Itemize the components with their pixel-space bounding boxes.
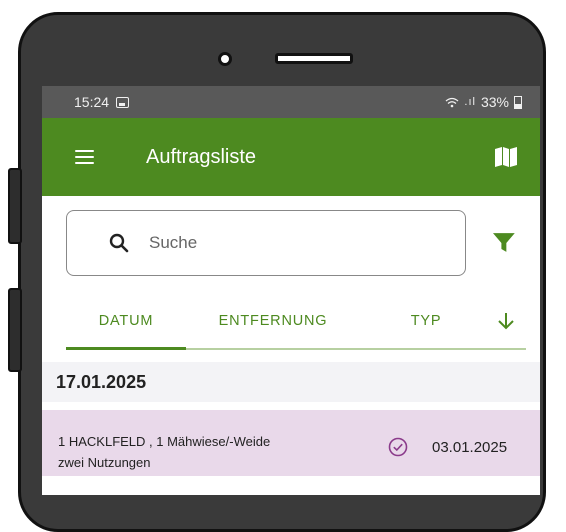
volume-button [8,168,22,244]
list-item-date: 03.01.2025 [432,439,508,456]
list-item-subtitle: zwei Nutzungen [58,455,151,470]
tab-datum[interactable]: DATUM [66,294,186,350]
app-bar: Auftragsliste [42,118,540,196]
battery-percent: 33% [480,94,509,110]
app-screen: 15:24 .ıl 33% Auftragsliste Suche DATUM … [42,86,540,495]
front-camera [218,52,232,66]
status-time: 15:24 [74,94,110,110]
search-field[interactable] [66,210,467,276]
filter-icon[interactable] [492,232,516,254]
earpiece-speaker [275,53,353,64]
wifi-icon [445,97,459,107]
status-bar: 15:24 .ıl 33% [42,86,540,118]
menu-icon[interactable] [75,150,94,164]
check-circle-icon [388,437,408,457]
tab-typ[interactable]: TYP [396,294,456,348]
search-input[interactable] [147,232,431,254]
list-item-title: 1 HACKLFELD , 1 Mähwiese/-Weide [58,434,271,449]
map-icon[interactable] [494,146,518,168]
search-row [42,196,540,276]
date-group-header: 17.01.2025 [42,362,540,402]
gallery-notification-icon [116,96,130,108]
battery-icon [514,95,522,109]
search-icon [109,233,129,253]
list-item[interactable]: 1 HACKLFELD , 1 Mähwiese/-Weide zwei Nut… [42,410,540,476]
page-title: Auftragsliste [146,145,257,168]
signal-strength-icon: .ıl [464,96,476,108]
tab-entfernung[interactable]: ENTFERNUNG [194,294,352,348]
sort-tabs: DATUM ENTFERNUNG TYP [66,294,526,350]
sort-arrow-down-icon[interactable] [496,311,516,331]
power-button [8,288,22,372]
